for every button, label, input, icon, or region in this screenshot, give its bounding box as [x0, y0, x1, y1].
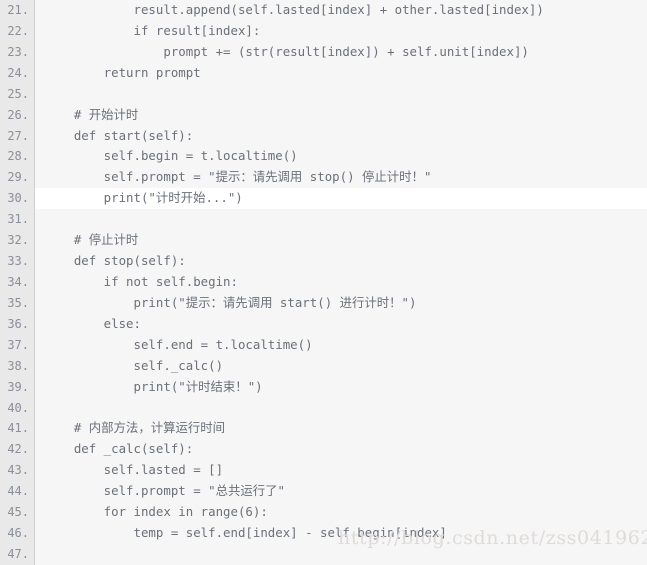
code-line[interactable]: 22. if result[index]:: [0, 21, 647, 42]
code-line[interactable]: 45. for index in range(6):: [0, 502, 647, 523]
code-line-text[interactable]: # 内部方法，计算运行时间: [35, 418, 647, 439]
line-number: 40.: [7, 400, 29, 415]
code-line-text[interactable]: result.append(self.lasted[index] + other…: [35, 0, 647, 21]
code-line-text[interactable]: return prompt: [35, 63, 647, 84]
line-number: 27.: [7, 128, 29, 143]
code-line-text[interactable]: [35, 398, 647, 419]
line-number: 28.: [7, 149, 29, 164]
code-line[interactable]: 38. self._calc(): [0, 356, 647, 377]
line-number: 31.: [7, 212, 29, 227]
code-line[interactable]: 26. # 开始计时: [0, 105, 647, 126]
line-number: 43.: [7, 463, 29, 478]
code-line[interactable]: 28. self.begin = t.localtime(): [0, 146, 647, 167]
line-number: 24.: [7, 65, 29, 80]
code-line[interactable]: 37. self.end = t.localtime(): [0, 335, 647, 356]
code-lines-container[interactable]: 21. result.append(self.lasted[index] + o…: [0, 0, 647, 565]
line-number: 45.: [7, 505, 29, 520]
code-line-text[interactable]: self.lasted = []: [35, 460, 647, 481]
code-line[interactable]: 31.: [0, 209, 647, 230]
line-number: 38.: [7, 358, 29, 373]
line-number: 33.: [7, 254, 29, 269]
line-number: 46.: [7, 526, 29, 541]
line-number: 32.: [7, 233, 29, 248]
code-line[interactable]: 47.: [0, 544, 647, 565]
code-line-text[interactable]: for index in range(6):: [35, 502, 647, 523]
code-line[interactable]: 46. temp = self.end[index] - self.begin[…: [0, 523, 647, 544]
code-line-text[interactable]: if result[index]:: [35, 21, 647, 42]
code-line-text[interactable]: def stop(self):: [35, 251, 647, 272]
line-number: 47.: [7, 546, 29, 561]
line-number: 42.: [7, 442, 29, 457]
code-line-text[interactable]: self.prompt = "总共运行了": [35, 481, 647, 502]
code-line-text[interactable]: self.end = t.localtime(): [35, 335, 647, 356]
code-line[interactable]: 23. prompt += (str(result[index]) + self…: [0, 42, 647, 63]
code-line[interactable]: 43. self.lasted = []: [0, 460, 647, 481]
line-number: 22.: [7, 23, 29, 38]
line-number: 35.: [7, 295, 29, 310]
code-line[interactable]: 21. result.append(self.lasted[index] + o…: [0, 0, 647, 21]
line-number: 21.: [7, 3, 29, 17]
code-line-text[interactable]: [35, 209, 647, 230]
code-line-text[interactable]: self.prompt = "提示：请先调用 stop() 停止计时！": [35, 167, 647, 188]
code-line-text[interactable]: def _calc(self):: [35, 439, 647, 460]
code-line[interactable]: 30. print("计时开始..."): [0, 188, 647, 210]
line-number: 36.: [7, 316, 29, 331]
code-line-text[interactable]: temp = self.end[index] - self.begin[inde…: [35, 523, 647, 544]
code-line-text[interactable]: print("计时开始..."): [35, 188, 647, 210]
line-number: 44.: [7, 484, 29, 499]
code-line-text[interactable]: self.begin = t.localtime(): [35, 146, 647, 167]
code-line[interactable]: 40.: [0, 398, 647, 419]
code-line-text[interactable]: # 停止计时: [35, 230, 647, 251]
line-number: 37.: [7, 337, 29, 352]
code-line[interactable]: 32. # 停止计时: [0, 230, 647, 251]
line-number: 41.: [7, 421, 29, 436]
code-line[interactable]: 44. self.prompt = "总共运行了": [0, 481, 647, 502]
code-line[interactable]: 24. return prompt: [0, 63, 647, 84]
line-number: 25.: [7, 86, 29, 101]
line-number: 34.: [7, 274, 29, 289]
code-line[interactable]: 34. if not self.begin:: [0, 272, 647, 293]
code-line-text[interactable]: [35, 84, 647, 105]
code-line[interactable]: 33. def stop(self):: [0, 251, 647, 272]
code-line[interactable]: 36. else:: [0, 314, 647, 335]
code-line-text[interactable]: # 开始计时: [35, 105, 647, 126]
code-line-text[interactable]: [35, 544, 647, 565]
code-line-text[interactable]: print("提示：请先调用 start() 进行计时！"): [35, 293, 647, 314]
code-line-text[interactable]: prompt += (str(result[index]) + self.uni…: [35, 42, 647, 63]
code-line-text[interactable]: else:: [35, 314, 647, 335]
code-line[interactable]: 27. def start(self):: [0, 126, 647, 147]
code-block: 21. result.append(self.lasted[index] + o…: [0, 0, 647, 565]
line-number: 26.: [7, 107, 29, 122]
line-number: 30.: [7, 191, 29, 206]
code-line[interactable]: 41. # 内部方法，计算运行时间: [0, 418, 647, 439]
code-line-text[interactable]: if not self.begin:: [35, 272, 647, 293]
code-line[interactable]: 42. def _calc(self):: [0, 439, 647, 460]
code-line[interactable]: 29. self.prompt = "提示：请先调用 stop() 停止计时！": [0, 167, 647, 188]
code-line-text[interactable]: print("计时结束！"): [35, 377, 647, 398]
line-number: 23.: [7, 44, 29, 59]
code-line[interactable]: 25.: [0, 84, 647, 105]
code-line[interactable]: 35. print("提示：请先调用 start() 进行计时！"): [0, 293, 647, 314]
code-line[interactable]: 39. print("计时结束！"): [0, 377, 647, 398]
code-line-text[interactable]: self._calc(): [35, 356, 647, 377]
line-number: 39.: [7, 379, 29, 394]
code-line-text[interactable]: def start(self):: [35, 126, 647, 147]
line-number: 29.: [7, 170, 29, 185]
